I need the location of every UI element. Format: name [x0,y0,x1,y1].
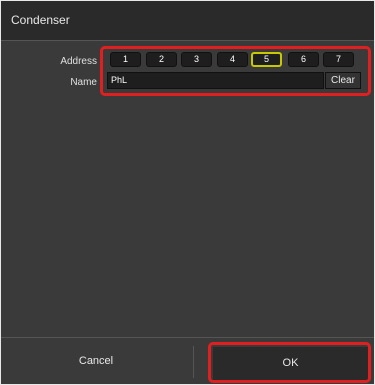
name-input[interactable]: PhL [107,72,324,89]
footer-divider [193,346,194,378]
dialog-title: Condenser [11,13,70,27]
address-button-4[interactable]: 4 [217,52,248,67]
condenser-dialog: Condenser Address 1 2 3 4 5 6 7 Name PhL… [0,0,375,385]
address-button-5[interactable]: 5 [251,52,282,67]
address-button-6[interactable]: 6 [288,52,319,67]
condenser-form: Address 1 2 3 4 5 6 7 Name PhL Clear [5,49,371,101]
address-button-2[interactable]: 2 [146,52,177,67]
address-button-3[interactable]: 3 [181,52,212,67]
address-label: Address [60,56,97,67]
dialog-titlebar: Condenser [1,1,374,41]
address-button-1[interactable]: 1 [110,52,141,67]
clear-button[interactable]: Clear [325,72,361,89]
name-label: Name [70,77,97,88]
address-button-7[interactable]: 7 [323,52,354,67]
cancel-button[interactable]: Cancel [1,341,191,381]
ok-button[interactable]: OK [213,347,368,380]
